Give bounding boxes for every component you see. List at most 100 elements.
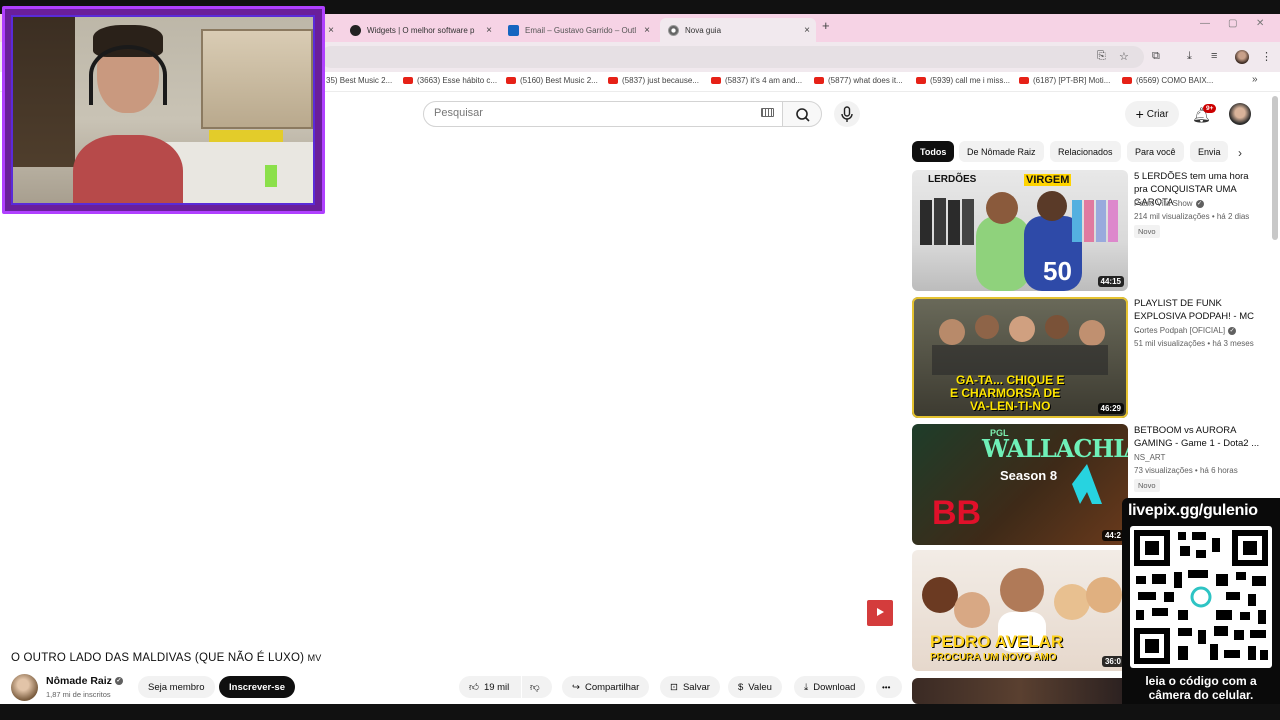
recommendation-thumbnail[interactable] (912, 678, 1128, 704)
bookmark-item[interactable]: (5939) call me i miss... (916, 76, 1010, 85)
close-window-icon[interactable]: ✕ (1256, 18, 1264, 29)
screen: × Widgets | O melhor software p × Email … (0, 0, 1280, 720)
recommendation-channel[interactable]: Cortes Podpah [OFICIAL] ✓ (1134, 326, 1237, 335)
maximize-icon[interactable]: ▢ (1228, 18, 1237, 29)
bookmark-star-icon[interactable]: ☆ (1119, 50, 1129, 63)
subscribe-button[interactable]: Inscrever-se (219, 676, 295, 698)
voice-search-button[interactable] (834, 101, 860, 127)
bottom-black-bar (0, 704, 1280, 720)
chip-related[interactable]: Relacionados (1050, 141, 1121, 162)
save-label: Salvar (682, 681, 710, 693)
new-badge: Novo (1134, 225, 1160, 238)
youtube-icon (814, 77, 824, 84)
chip-label: Envia (1198, 146, 1221, 157)
recommendation-thumbnail[interactable]: GA-TA... CHIQUE E E CHARMORSA DE VA-LEN-… (912, 297, 1128, 418)
youtube-icon (711, 77, 721, 84)
media-icon[interactable]: ≡ (1211, 50, 1217, 62)
recommendation-channel-name: NS_ART (1134, 453, 1166, 462)
tab-widgets[interactable]: Widgets | O melhor software p × (342, 18, 498, 42)
save-button[interactable]: ⊡ Salvar (660, 676, 720, 698)
chip-label: Relacionados (1058, 146, 1113, 157)
tab-label: Nova guia (685, 25, 722, 35)
bookmark-label: (5837) just because... (622, 76, 699, 85)
video-player[interactable] (0, 218, 900, 638)
recommendation-meta: 73 visualizações • há 6 horas (1134, 466, 1238, 475)
chevron-right-icon[interactable]: › (1238, 146, 1242, 160)
video-duration: 44:15 (1097, 276, 1124, 287)
recommendation-channel[interactable]: NS_ART (1134, 453, 1165, 462)
chip-channel[interactable]: De Nômade Raiz (959, 141, 1044, 162)
channel-name[interactable]: Nômade Raiz ✓ (46, 675, 123, 687)
chip-label: Para você (1135, 146, 1176, 157)
download-button[interactable]: ⤓ Download (794, 676, 866, 698)
dislike-button[interactable]: 👎︎ (522, 676, 552, 698)
recommendation-channel-name: Paulo Vita Show (1134, 199, 1193, 208)
user-avatar[interactable] (1229, 103, 1251, 125)
like-button[interactable]: 👍︎ 19 mil (459, 676, 521, 698)
search-button[interactable] (782, 101, 822, 127)
bookmark-item[interactable]: (5160) Best Music 2... (506, 76, 598, 85)
extensions-icon[interactable]: ⧉ (1152, 50, 1160, 63)
cabinet-left (13, 17, 75, 167)
more-actions-button[interactable]: ••• (876, 676, 902, 698)
more-icon: ••• (882, 682, 891, 692)
chrome-icon (668, 24, 679, 36)
menu-icon[interactable]: ⋮ (1261, 50, 1272, 63)
chip-for-you[interactable]: Para você (1127, 141, 1184, 162)
chip-todos[interactable]: Todos (912, 141, 955, 162)
keyboard-icon[interactable] (761, 108, 774, 117)
tab-nova-guia[interactable]: Nova guia × (660, 18, 816, 42)
recommendation-thumbnail[interactable]: 50 LERDÕES VIRGEM 44:15 (912, 170, 1128, 291)
livepix-caption: leia o código com a câmera do celular. (1145, 674, 1257, 702)
recommendation-thumbnail[interactable]: PEDRO AVELAR PROCURA UM NOVO AMO 36:0 (912, 550, 1128, 671)
bookmark-item[interactable]: (6187) [PT-BR] Moti... (1019, 76, 1110, 85)
download-icon[interactable]: ⤓ (1187, 50, 1192, 63)
bookmark-label: (6569) COMO BAIX... (1136, 76, 1214, 85)
close-icon[interactable]: × (486, 25, 492, 36)
svg-text:BB: BB (932, 494, 981, 532)
chip-uploaded[interactable]: Envia (1190, 141, 1228, 162)
bookmark-item[interactable]: 35) Best Music 2... (326, 76, 392, 85)
minimize-icon[interactable]: — (1200, 18, 1210, 29)
bookmarks-overflow[interactable]: » (1252, 74, 1258, 85)
share-button[interactable]: ↪ Compartilhar (562, 676, 650, 698)
video-title: O OUTRO LADO DAS MALDIVAS (QUE NÃO É LUX… (11, 652, 322, 664)
qr-code (1130, 526, 1272, 668)
bookmark-item[interactable]: (5837) just because... (608, 76, 699, 85)
close-icon[interactable]: × (804, 25, 810, 36)
recommendation-channel[interactable]: Paulo Vita Show ✓ (1134, 199, 1204, 208)
scrollbar[interactable] (1272, 96, 1278, 240)
cabinet-right (201, 29, 313, 129)
install-app-icon[interactable]: ⎘ (1097, 50, 1106, 63)
thanks-button[interactable]: $ Valeu (728, 676, 782, 698)
bookmark-item[interactable]: (5877) what does it... (814, 76, 903, 85)
recommendation-title[interactable]: BETBOOM vs AURORA GAMING - Game 1 - Dota… (1134, 424, 1262, 450)
streamer (73, 25, 183, 203)
headset (89, 45, 167, 105)
bookmark-item[interactable]: (5837) it's 4 am and... (711, 76, 802, 85)
search-icon (796, 108, 810, 122)
tab-label: Widgets | O melhor software p (367, 25, 475, 35)
verified-icon: ✓ (1195, 199, 1204, 208)
bookmark-label: (3663) Esse hábito c... (417, 76, 498, 85)
video-title-suffix: MV (307, 653, 322, 663)
bookmark-item[interactable]: (3663) Esse hábito c... (403, 76, 497, 85)
streamer-body (73, 135, 183, 203)
notification-badge: 9+ (1203, 104, 1217, 113)
tab-email[interactable]: Email – Gustavo Garrido – Outl × (500, 18, 656, 42)
chip-label: Todos (920, 146, 947, 157)
recommendation-thumbnail[interactable]: PGL WALLACHIA Season 8 BB 44:2 (912, 424, 1128, 545)
create-button[interactable]: + Criar (1125, 101, 1179, 127)
like-count: 19 mil (483, 681, 510, 693)
address-bar[interactable] (320, 46, 1144, 68)
new-tab-button[interactable]: + (822, 18, 830, 33)
close-icon[interactable]: × (644, 25, 650, 36)
bookmark-label: (5877) what does it... (828, 76, 903, 85)
livepix-url: livepix.gg/gulenio (1128, 502, 1258, 519)
new-badge: Novo (1134, 479, 1160, 492)
youtube-icon (1122, 77, 1132, 84)
channel-avatar[interactable] (11, 674, 38, 701)
join-button[interactable]: Seja membro (138, 676, 215, 698)
profile-avatar[interactable] (1235, 50, 1249, 64)
bookmark-item[interactable]: (6569) COMO BAIX... (1122, 76, 1213, 85)
